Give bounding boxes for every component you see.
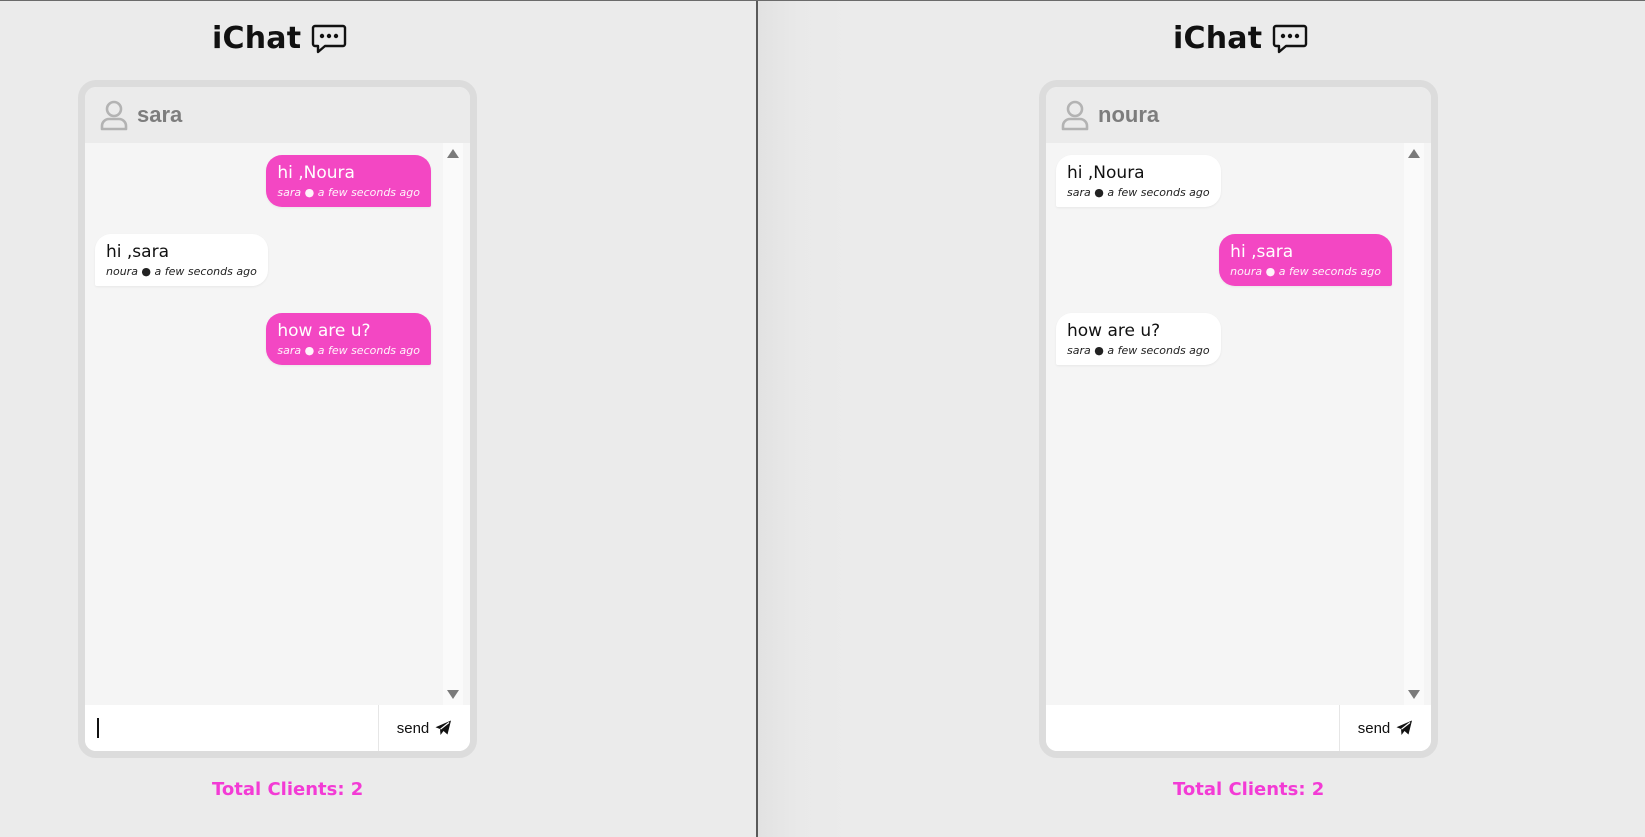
message-text: how are u? <box>1067 321 1161 341</box>
send-button-label: send <box>1357 719 1391 737</box>
message-sender: sara <box>277 186 302 199</box>
chat-username: noura <box>1098 102 1160 127</box>
chat-bubble-icon <box>311 23 347 55</box>
scroll-up-arrow-icon[interactable] <box>1408 149 1420 158</box>
message-time: a few seconds ago <box>1107 186 1210 199</box>
message-time: a few seconds ago <box>1107 344 1210 357</box>
app-title-text: iChat <box>212 21 302 56</box>
scroll-up-arrow-icon[interactable] <box>447 149 459 158</box>
message-input[interactable] <box>1046 705 1340 751</box>
message-text: hi ,Noura <box>277 163 355 183</box>
message-text: hi ,sara <box>106 242 169 262</box>
message-meta: sara ● a few seconds ago <box>277 344 420 357</box>
app-title: iChat <box>212 21 347 56</box>
scrollbar[interactable] <box>1404 143 1424 705</box>
app-title: iChat <box>1173 21 1308 56</box>
text-caret <box>97 718 99 738</box>
chat-bubble-icon <box>1272 23 1308 55</box>
message-sender: noura <box>1230 265 1263 278</box>
message-sender: sara <box>1067 186 1091 199</box>
message-list[interactable]: hi ,Noura sara ● a few seconds ago hi ,s… <box>85 143 443 705</box>
chat-pane-sara: iChat sara hi ,Noura sara ● a few second… <box>0 1 757 837</box>
scroll-down-arrow-icon[interactable] <box>1408 690 1420 699</box>
message-bubble-sent: hi ,Noura sara ● a few seconds ago <box>266 155 431 207</box>
chat-window: sara hi ,Noura sara ● a few seconds ago … <box>78 80 477 758</box>
app-title-text: iChat <box>1173 21 1263 56</box>
message-text: hi ,sara <box>1230 242 1294 262</box>
message-bubble-received: how are u? sara ● a few seconds ago <box>1056 313 1221 365</box>
chat-header: sara <box>85 87 470 143</box>
message-time: a few seconds ago <box>317 186 420 199</box>
total-clients: Total Clients: 2 <box>1173 779 1325 800</box>
message-sender: sara <box>277 344 302 357</box>
message-meta: sara ● a few seconds ago <box>1067 344 1210 357</box>
total-clients: Total Clients: 2 <box>212 779 364 800</box>
message-composer: send <box>1046 705 1431 751</box>
send-button[interactable]: send <box>379 705 470 751</box>
message-bubble-received: hi ,sara noura ● a few seconds ago <box>95 234 268 286</box>
message-bubble-received: hi ,Noura sara ● a few seconds ago <box>1056 155 1221 207</box>
message-time: a few seconds ago <box>1278 265 1381 278</box>
message-time: a few seconds ago <box>154 265 257 278</box>
scrollbar[interactable] <box>443 143 463 705</box>
message-list[interactable]: hi ,Noura sara ● a few seconds ago hi ,s… <box>1046 143 1404 705</box>
send-button-label: send <box>396 719 430 737</box>
chat-username: sara <box>137 102 183 127</box>
message-input[interactable] <box>85 705 379 751</box>
message-bubble-sent: hi ,sara noura ● a few seconds ago <box>1219 234 1392 286</box>
user-icon <box>99 99 129 131</box>
message-composer: send <box>85 705 470 751</box>
message-sender: sara <box>1067 344 1091 357</box>
user-icon <box>1060 99 1090 131</box>
message-sender: noura <box>106 265 138 278</box>
scroll-down-arrow-icon[interactable] <box>447 690 459 699</box>
message-time: a few seconds ago <box>317 344 420 357</box>
paper-plane-icon <box>435 720 452 736</box>
message-meta: sara ● a few seconds ago <box>277 186 420 199</box>
message-text: how are u? <box>277 321 371 341</box>
paper-plane-icon <box>1396 720 1413 736</box>
chat-pane-noura: iChat noura hi ,Noura sara ● a few secon… <box>758 1 1645 837</box>
chat-header: noura <box>1046 87 1431 143</box>
chat-window: noura hi ,Noura sara ● a few seconds ago… <box>1039 80 1438 758</box>
send-button[interactable]: send <box>1340 705 1431 751</box>
message-meta: noura ● a few seconds ago <box>1230 265 1381 278</box>
message-bubble-sent: how are u? sara ● a few seconds ago <box>266 313 431 365</box>
message-meta: noura ● a few seconds ago <box>106 265 257 278</box>
message-meta: sara ● a few seconds ago <box>1067 186 1210 199</box>
message-text: hi ,Noura <box>1067 163 1145 183</box>
